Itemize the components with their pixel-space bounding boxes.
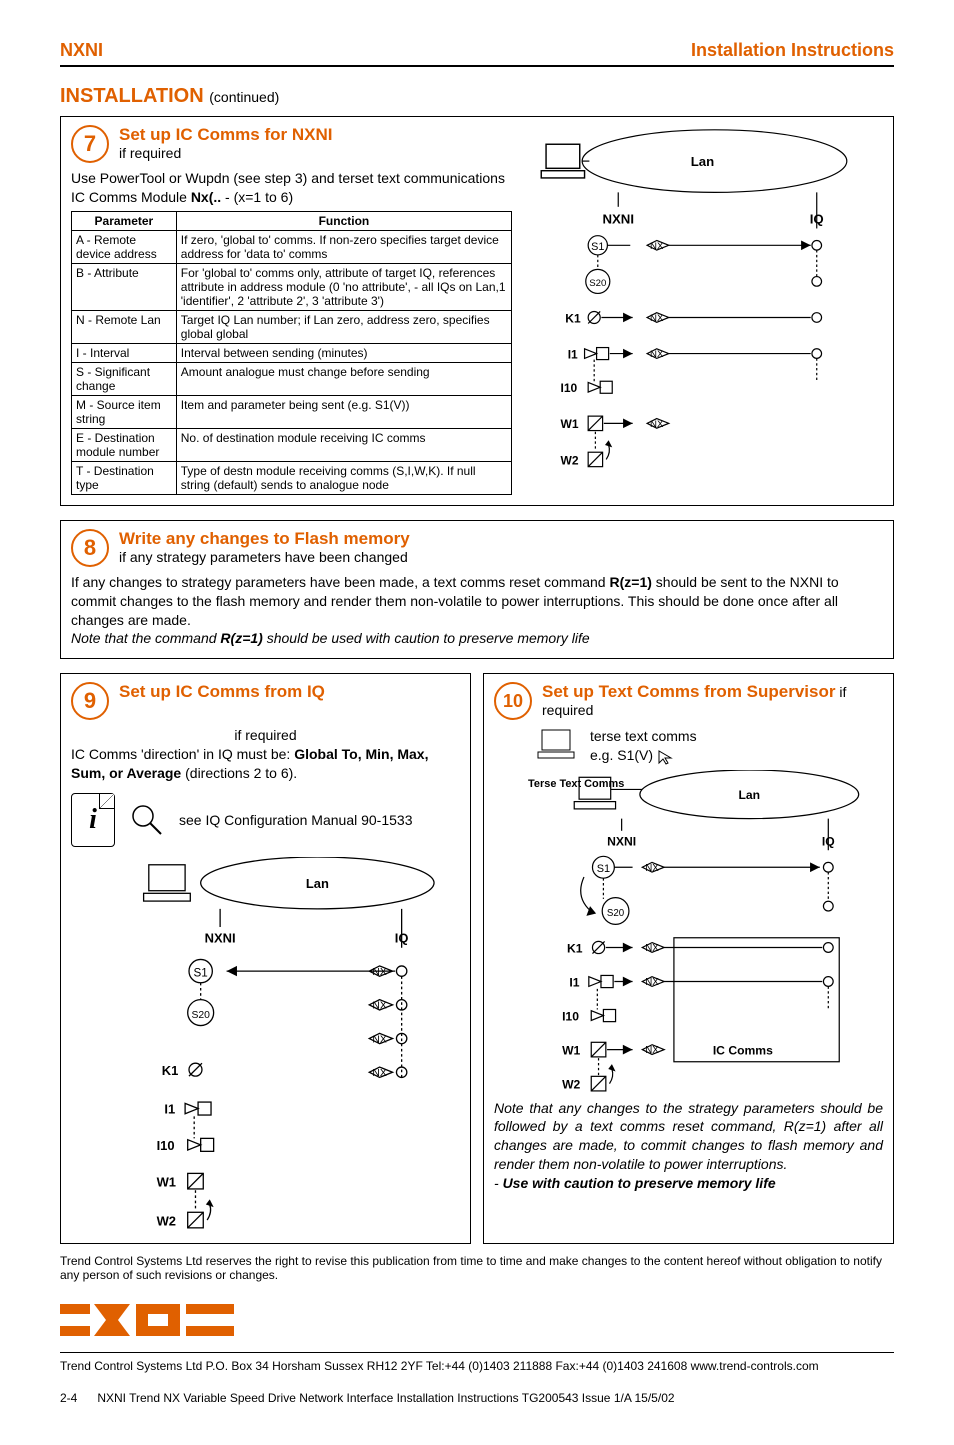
th-parameter: Parameter: [72, 211, 177, 230]
svg-text:I1: I1: [164, 1102, 175, 1117]
step8-p1: If any changes to strategy parameters ha…: [71, 573, 883, 630]
step9-line: IC Comms 'direction' in IQ must be: Glob…: [71, 745, 460, 783]
svg-text:Lan: Lan: [306, 876, 329, 891]
svg-text:W1: W1: [562, 1044, 580, 1058]
svg-text:NXNI: NXNI: [607, 835, 636, 849]
cursor-icon: [657, 749, 677, 765]
svg-text:NX: NX: [372, 967, 386, 978]
svg-text:S1: S1: [194, 966, 208, 979]
step9-ref: see IQ Configuration Manual 90-1533: [179, 811, 412, 830]
step10-diagram: Terse Text Comms Lan NXNI IQ S1 NX S20 K…: [494, 770, 883, 1098]
table-row: S - Significant changeAmount analogue mu…: [72, 362, 512, 395]
footer-docline: 2-4 NXNI Trend NX Variable Speed Drive N…: [60, 1391, 894, 1405]
svg-text:Lan: Lan: [738, 789, 760, 803]
magnifier-icon: [127, 800, 167, 840]
table-row: N - Remote LanTarget IQ Lan number; if L…: [72, 310, 512, 343]
svg-text:NX: NX: [650, 349, 664, 360]
svg-text:S20: S20: [191, 1010, 210, 1021]
svg-text:Lan: Lan: [691, 154, 715, 169]
step10-note2: - Use with caution to preserve memory li…: [494, 1174, 883, 1193]
disclaimer: Trend Control Systems Ltd reserves the r…: [60, 1254, 894, 1282]
svg-text:NX: NX: [372, 1034, 386, 1045]
step9-10-row: 9 Set up IC Comms from IQ if required IC…: [60, 673, 894, 1244]
svg-text:NX: NX: [645, 1046, 659, 1057]
svg-text:Terse Text Comms: Terse Text Comms: [528, 778, 624, 790]
computer-icon: [534, 726, 580, 766]
svg-text:NX: NX: [650, 241, 664, 252]
svg-text:I10: I10: [157, 1138, 175, 1153]
svg-text:I1: I1: [568, 347, 578, 361]
step8-title: Write any changes to Flash memory: [119, 529, 410, 549]
svg-text:K1: K1: [162, 1063, 179, 1078]
svg-text:S20: S20: [607, 908, 625, 919]
step-number-10: 10: [494, 682, 532, 720]
trend-logo: [60, 1298, 894, 1342]
svg-text:NXNI: NXNI: [205, 931, 236, 946]
svg-text:NXNI: NXNI: [603, 212, 635, 227]
svg-text:NX: NX: [645, 943, 659, 954]
step8-sub: if any strategy parameters have been cha…: [119, 549, 410, 565]
step9-diagram: Lan NXNI IQ S1 NX NX NX NX S20 K1 I1 I10: [71, 857, 460, 1233]
svg-text:W1: W1: [561, 417, 579, 431]
step-number-8: 8: [71, 529, 109, 567]
svg-text:I1: I1: [569, 976, 579, 990]
step8-box: 8 Write any changes to Flash memory if a…: [60, 520, 894, 660]
header-right: Installation Instructions: [691, 40, 894, 61]
step7-intro: Use PowerTool or Wupdn (see step 3) and …: [71, 169, 512, 207]
header-left: NXNI: [60, 40, 103, 61]
step10-l1: terse text comms: [590, 727, 697, 746]
svg-text:NX: NX: [645, 863, 659, 874]
svg-text:W2: W2: [157, 1213, 176, 1228]
step9-box: 9 Set up IC Comms from IQ if required IC…: [60, 673, 471, 1244]
footer-address: Trend Control Systems Ltd P.O. Box 34 Ho…: [60, 1352, 894, 1373]
svg-text:IC Comms: IC Comms: [713, 1044, 773, 1058]
step10-title: Set up Text Comms from Supervisor: [542, 682, 835, 701]
svg-text:S1: S1: [597, 863, 610, 875]
table-row: M - Source item stringItem and parameter…: [72, 395, 512, 428]
svg-text:S20: S20: [589, 278, 606, 289]
table-row: B - AttributeFor 'global to' comms only,…: [72, 263, 512, 310]
svg-text:NX: NX: [372, 1001, 386, 1012]
table-row: T - Destination typeType of destn module…: [72, 461, 512, 494]
svg-text:NX: NX: [645, 978, 659, 989]
table-row: E - Destination module numberNo. of dest…: [72, 428, 512, 461]
step10-note1: Note that any changes to the strategy pa…: [494, 1099, 883, 1175]
step-number-9: 9: [71, 682, 109, 720]
svg-text:W2: W2: [562, 1078, 580, 1092]
svg-text:K1: K1: [565, 311, 581, 325]
table-row: I - IntervalInterval between sending (mi…: [72, 343, 512, 362]
table-row: A - Remote device addressIf zero, 'globa…: [72, 230, 512, 263]
step7-box: 7 Set up IC Comms for NXNI if required U…: [60, 116, 894, 506]
th-function: Function: [176, 211, 511, 230]
step8-p2: Note that the command R(z=1) should be u…: [71, 629, 883, 648]
svg-text:NX: NX: [372, 1068, 386, 1079]
step7-sub: if required: [119, 145, 332, 161]
page-header: NXNI Installation Instructions: [60, 40, 894, 67]
step7-title: Set up IC Comms for NXNI: [119, 125, 332, 145]
param-table: Parameter Function A - Remote device add…: [71, 211, 512, 495]
svg-text:NX: NX: [650, 313, 664, 324]
svg-text:W2: W2: [561, 453, 579, 467]
step-number-7: 7: [71, 125, 109, 163]
svg-text:W1: W1: [157, 1174, 176, 1189]
step10-l2: e.g. S1(V): [590, 746, 697, 765]
step7-diagram: Lan NXNI IQ S1 NX S20: [522, 125, 883, 495]
step9-sub: if required: [71, 726, 460, 745]
svg-text:I10: I10: [561, 381, 578, 395]
svg-text:S1: S1: [591, 241, 604, 253]
svg-text:I10: I10: [562, 1010, 579, 1024]
step10-box: 10 Set up Text Comms from Supervisor if …: [483, 673, 894, 1244]
step9-title: Set up IC Comms from IQ: [119, 682, 325, 702]
svg-text:K1: K1: [567, 942, 583, 956]
svg-text:NX: NX: [650, 419, 664, 430]
installation-heading: INSTALLATION (continued): [60, 85, 894, 108]
info-icon: i: [71, 793, 115, 847]
